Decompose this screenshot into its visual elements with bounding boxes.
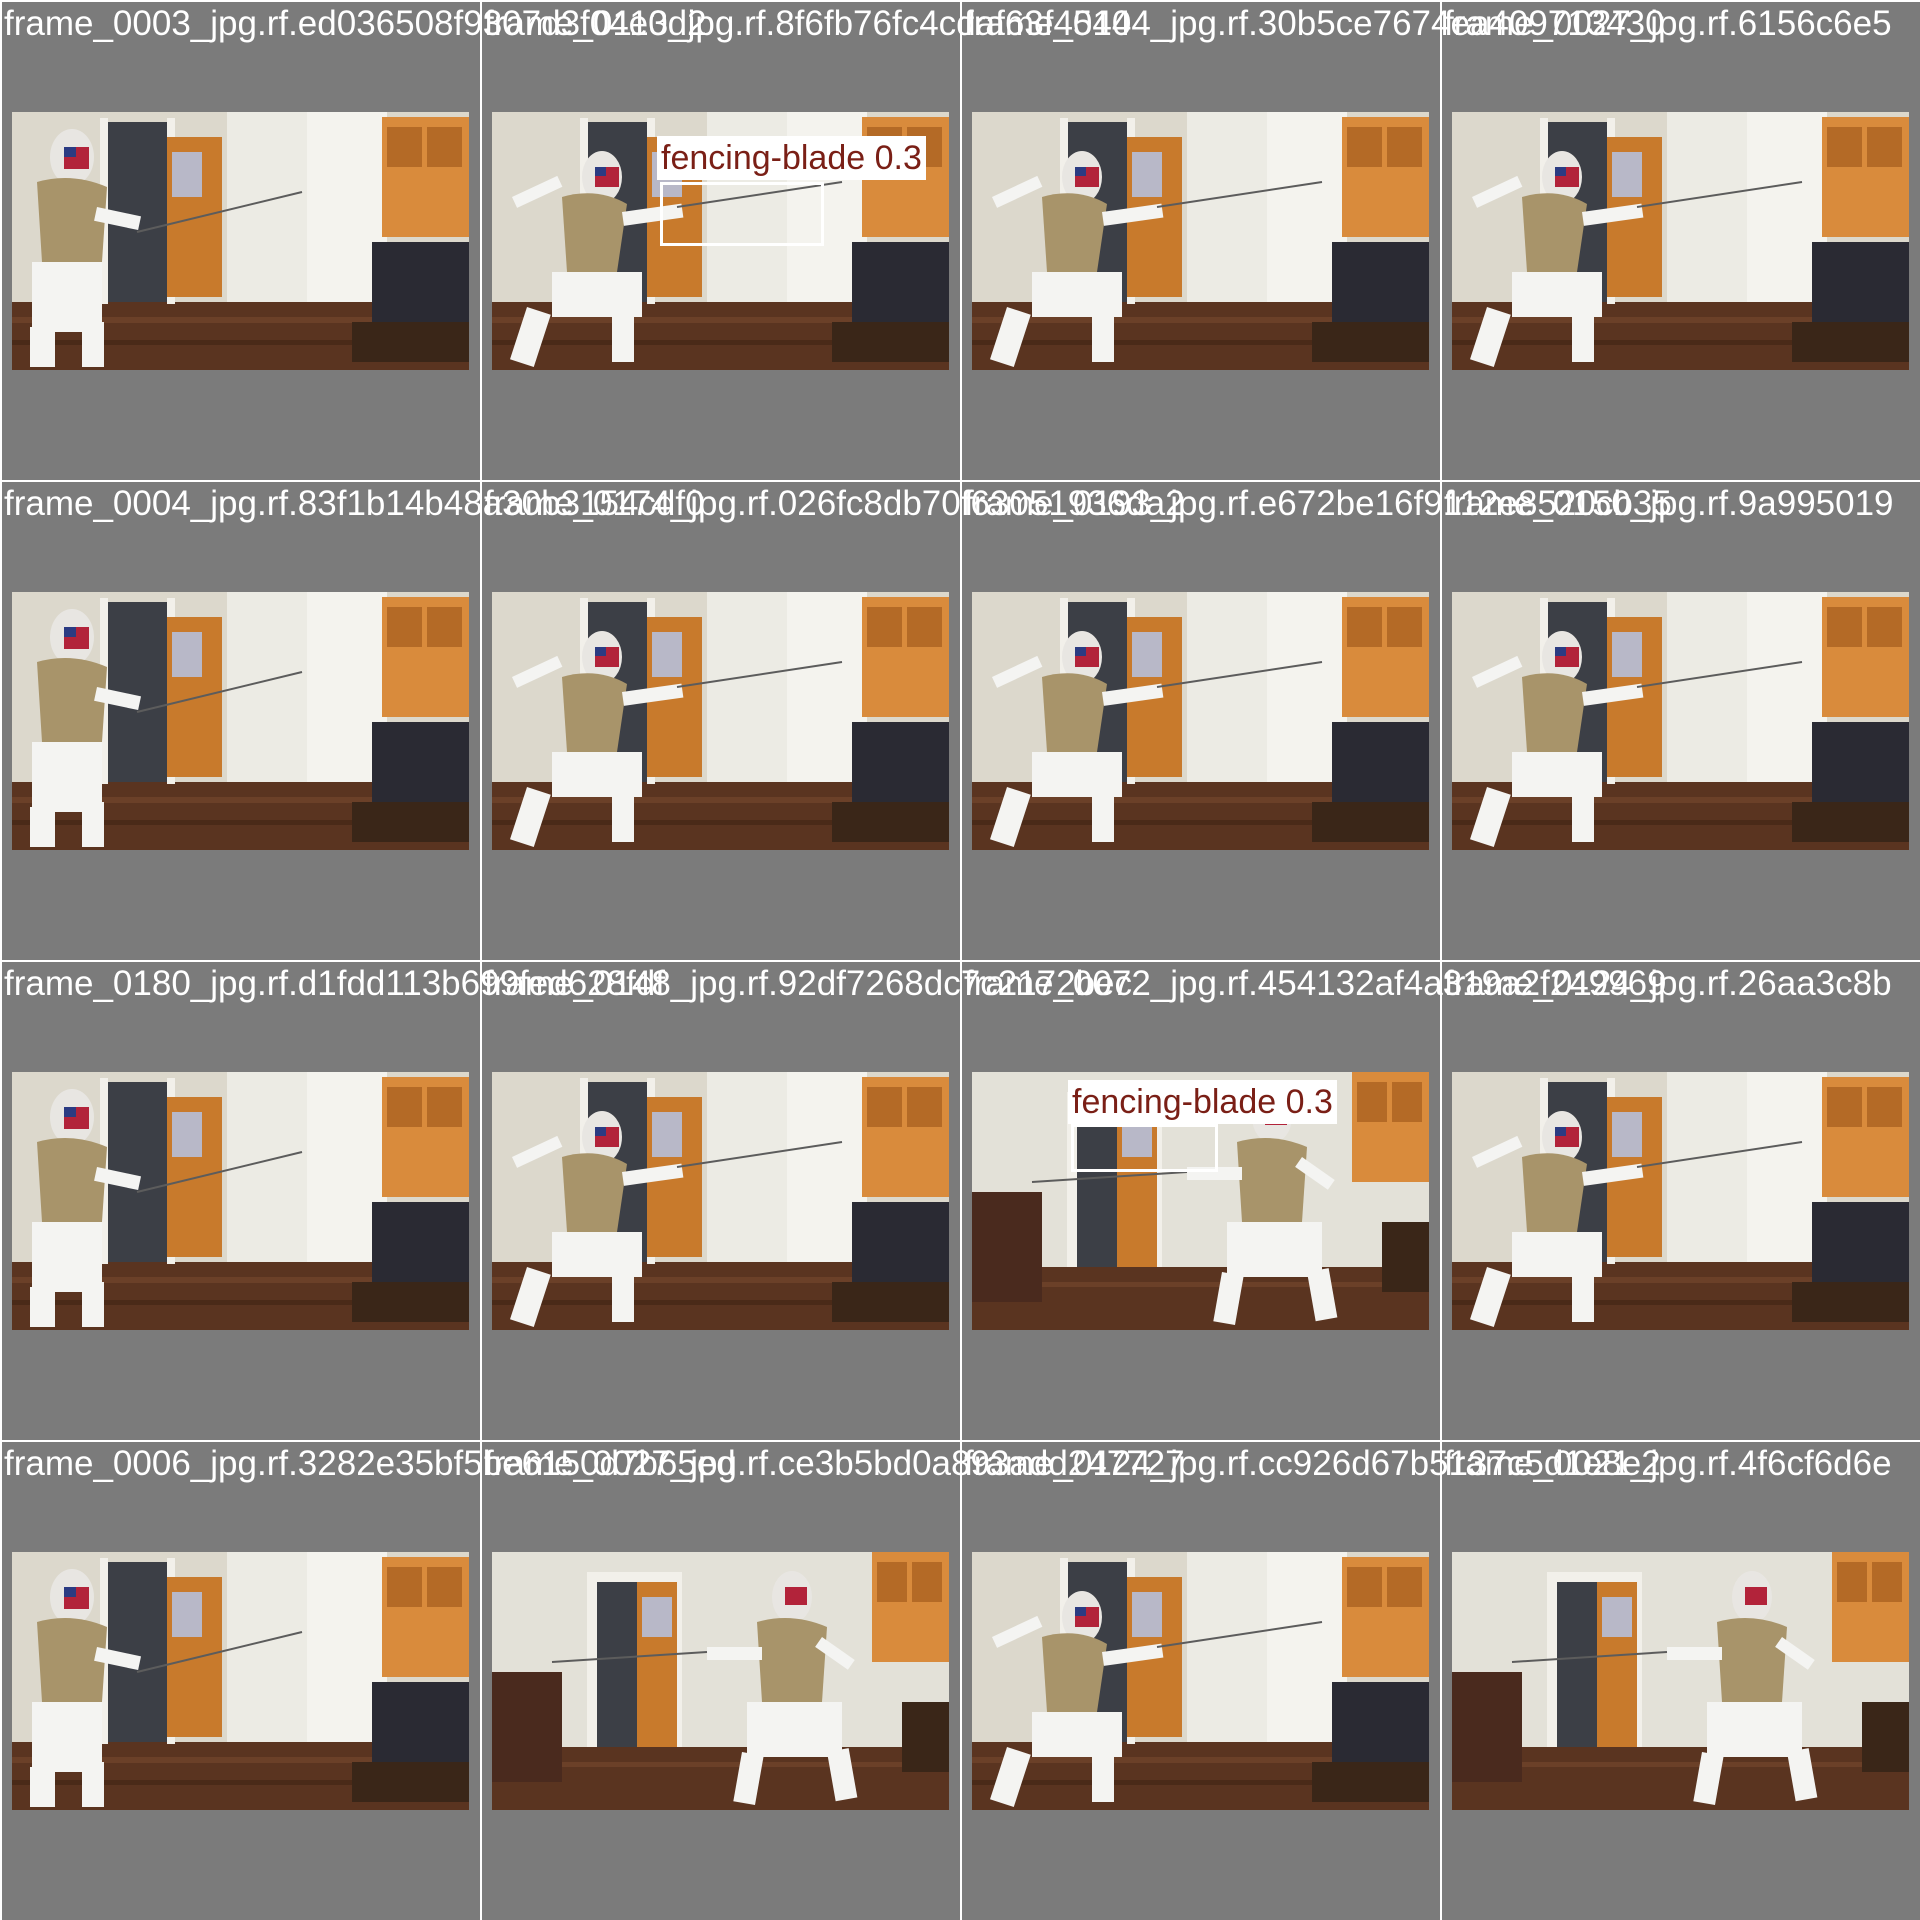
tile-image bbox=[1452, 1072, 1909, 1330]
tile-2[interactable]: frame_0113_jpg.rf.8f6fb76fc4cdaf63f4540 … bbox=[482, 2, 1131, 480]
tile-6[interactable]: frame_0174_jpg.rf.026fc8db70f63051936da2 bbox=[482, 482, 1185, 960]
tile-image bbox=[12, 592, 469, 850]
tile-4[interactable]: frame_0027_jpg.rf.6156c6e5 bbox=[1442, 2, 1920, 480]
detection-label: fencing-blade 0.3 bbox=[1068, 1080, 1337, 1124]
tile-8[interactable]: frame_0150_jpg.rf.9a995019 bbox=[1442, 482, 1920, 960]
tile-image bbox=[972, 592, 1429, 850]
mosaic-grid: frame_0003_jpg.rf.ed036508f9307d3f04e0d2… bbox=[2, 2, 1920, 1920]
tile-5[interactable]: frame_0004_jpg.rf.83f1b14b48a30b3154cdf0 bbox=[2, 482, 705, 960]
tile-7[interactable]: frame_0193_jpg.rf.e672be16f9112e8520cb35 bbox=[962, 482, 1672, 960]
detection-box bbox=[660, 182, 824, 246]
tile-image bbox=[1452, 112, 1909, 370]
detection-label: fencing-blade 0.3 bbox=[657, 136, 926, 180]
tile-12[interactable]: frame_0124_jpg.rf.26aa3c8b bbox=[1442, 962, 1920, 1440]
tile-image bbox=[492, 592, 949, 850]
tile-3[interactable]: frame_0144_jpg.rf.30b5ce7674ea409713430 bbox=[962, 2, 1665, 480]
tile-image bbox=[972, 112, 1429, 370]
tile-image bbox=[12, 1072, 469, 1330]
tile-image bbox=[1452, 592, 1909, 850]
tile-image bbox=[1452, 1552, 1909, 1810]
tile-11[interactable]: frame_0072_jpg.rf.454132af4a319a2f249969… bbox=[962, 962, 1667, 1440]
tile-1[interactable]: frame_0003_jpg.rf.ed036508f9307d3f04e0d2 bbox=[2, 2, 707, 480]
tile-image bbox=[12, 1552, 469, 1810]
tile-title: frame_0150_jpg.rf.9a995019 bbox=[1444, 484, 1894, 523]
tile-10[interactable]: frame_0148_jpg.rf.92df7268dc7c2172bec bbox=[482, 962, 1132, 1440]
tile-14[interactable]: frame_0027_jpg.rf.ce3b5bd0a893add247727 bbox=[482, 1442, 1185, 1920]
tile-13[interactable]: frame_0006_jpg.rf.3282e35bf5be6150d7b65e… bbox=[2, 1442, 736, 1920]
tile-image bbox=[492, 1552, 949, 1810]
tile-title: frame_0027_jpg.rf.6156c6e5 bbox=[1444, 4, 1892, 43]
tile-title: frame_0124_jpg.rf.26aa3c8b bbox=[1444, 964, 1892, 1003]
tile-16[interactable]: frame_0021_jpg.rf.4f6cf6d6e bbox=[1442, 1442, 1920, 1920]
tile-title: frame_0021_jpg.rf.4f6cf6d6e bbox=[1444, 1444, 1892, 1483]
tile-15[interactable]: frame_0124_jpg.rf.cc926d67b5137c5d1e8e2 bbox=[962, 1442, 1661, 1920]
tile-image bbox=[12, 112, 469, 370]
tile-image bbox=[492, 1072, 949, 1330]
tile-9[interactable]: frame_0180_jpg.rf.d1fdd113b699fed628fdf bbox=[2, 962, 665, 1440]
tile-image bbox=[972, 1552, 1429, 1810]
detection-box bbox=[1071, 1124, 1218, 1172]
